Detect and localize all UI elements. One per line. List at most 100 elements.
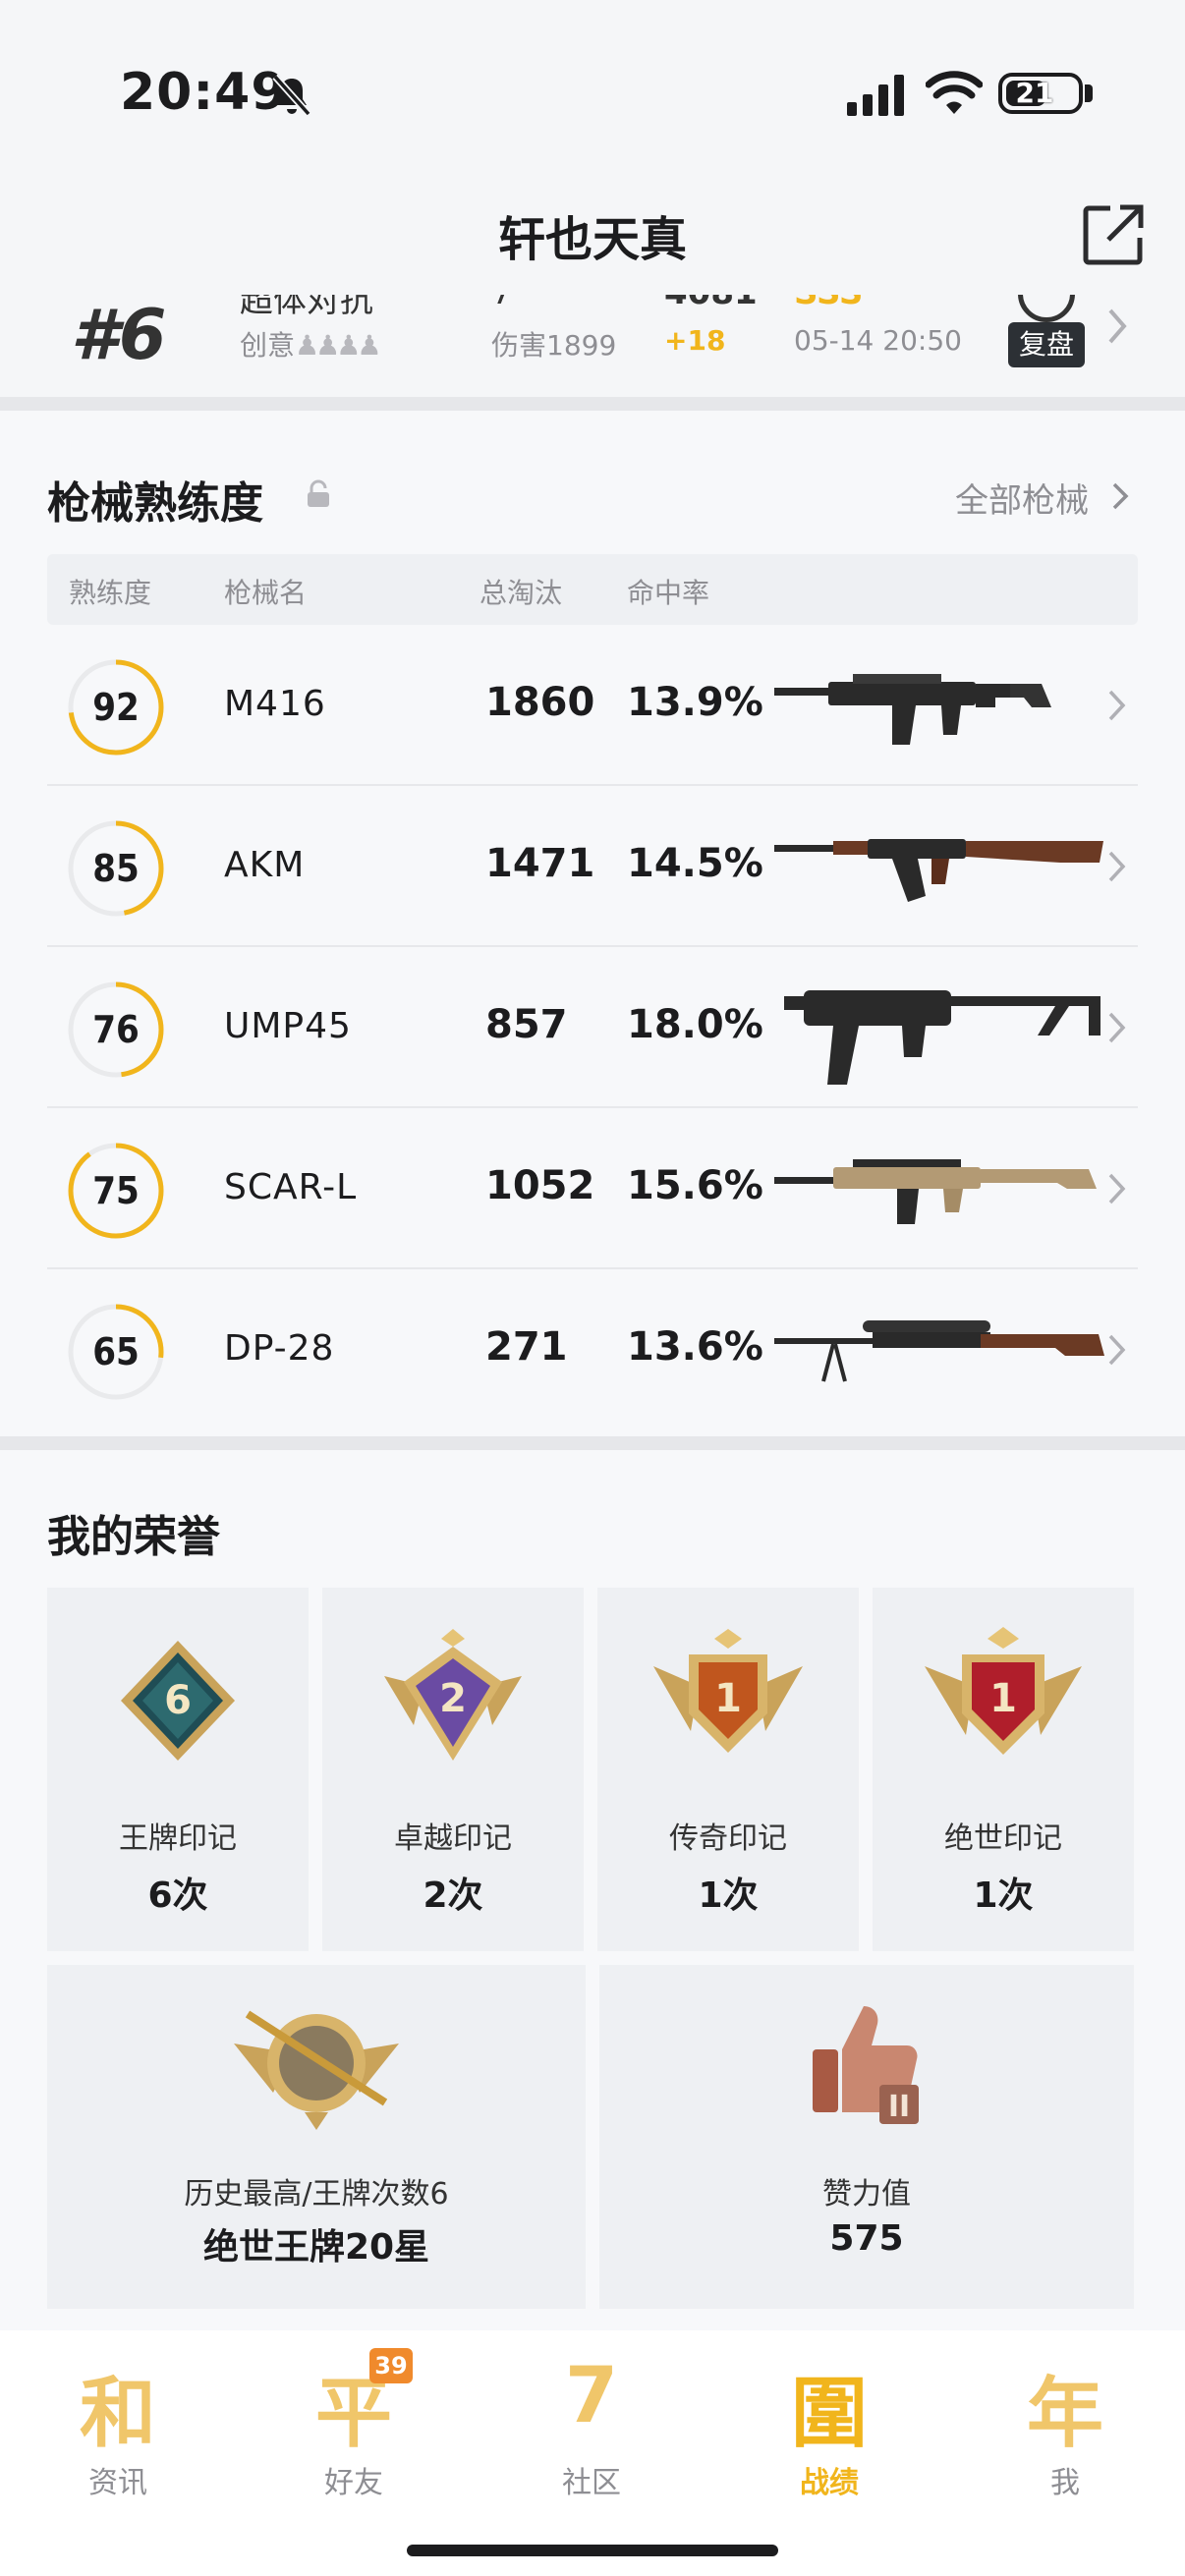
play-icon[interactable] bbox=[1018, 295, 1075, 322]
all-weapons-link[interactable]: 全部枪械 bbox=[955, 474, 1089, 522]
akm-rifle-image bbox=[774, 839, 1103, 902]
replay-button[interactable]: 复盘 bbox=[1008, 322, 1085, 367]
chevron-right-icon[interactable] bbox=[1106, 1171, 1128, 1206]
weapon-kills: 1052 bbox=[485, 1163, 595, 1208]
me-tab-icon: 年 bbox=[1026, 2370, 1103, 2458]
honor-count: 1次 bbox=[698, 1876, 759, 1916]
tab-label: 战绩 bbox=[800, 2466, 859, 2500]
team-people-icon: ♟♟♟♟ bbox=[295, 329, 381, 362]
chevron-right-icon[interactable] bbox=[1104, 305, 1130, 348]
weapon-row[interactable]: 75 SCAR-L 1052 15.6% bbox=[47, 1108, 1138, 1269]
likes-tile[interactable]: II 赞力值 575 bbox=[599, 1965, 1134, 2309]
likes-value: 575 bbox=[829, 2218, 904, 2259]
weapon-name: DP-28 bbox=[224, 1328, 335, 1369]
svg-text:6: 6 bbox=[164, 1678, 192, 1723]
weapon-row[interactable]: 76 UMP45 857 18.0% bbox=[47, 947, 1138, 1108]
tab-records[interactable]: 圍 战绩 bbox=[751, 2352, 908, 2500]
weapon-kills: 1471 bbox=[485, 841, 595, 886]
weapon-hit-rate: 15.6% bbox=[627, 1163, 763, 1208]
chevron-right-icon[interactable] bbox=[1106, 688, 1128, 723]
tab-label: 好友 bbox=[324, 2466, 383, 2500]
ace-mark-badge-icon: 6 bbox=[121, 1641, 235, 1761]
chevron-right-icon[interactable] bbox=[1106, 849, 1128, 884]
tab-community[interactable]: 7 社区 bbox=[513, 2352, 670, 2500]
bottom-tab-bar: 和 资讯 平 39 好友 7 社区 圍 战绩 年 我 bbox=[0, 2330, 1185, 2576]
match-mode: 超体对抗 bbox=[240, 295, 373, 320]
honors-card: 我的荣誉 6 王牌印记 6次 2 卓越印记 2次 1 传奇印记 1次 1 绝世印… bbox=[0, 1450, 1185, 2330]
weapon-row[interactable]: 85 AKM 1471 14.5% bbox=[47, 786, 1138, 947]
tab-me[interactable]: 年 我 bbox=[987, 2352, 1144, 2500]
muted-bell-icon bbox=[272, 74, 311, 117]
honor-name: 王牌印记 bbox=[119, 1821, 237, 1856]
battery-tip bbox=[1085, 84, 1093, 102]
honor-tile-ace[interactable]: 6 王牌印记 6次 bbox=[47, 1588, 309, 1951]
weapon-row[interactable]: 92 M416 1860 13.9% bbox=[47, 625, 1138, 786]
m416-rifle-image bbox=[774, 674, 1051, 745]
news-tab-icon: 和 bbox=[79, 2370, 156, 2458]
honor-tile-excellence[interactable]: 2 卓越印记 2次 bbox=[322, 1588, 584, 1951]
weapon-name: AKM bbox=[224, 845, 306, 885]
chevron-right-icon[interactable] bbox=[1106, 1332, 1128, 1368]
proficiency-level: 92 bbox=[92, 686, 140, 729]
chevron-right-icon[interactable] bbox=[1110, 481, 1130, 511]
weapon-row[interactable]: 65 DP-28 271 13.6% bbox=[47, 1269, 1138, 1430]
battery-level: 21 bbox=[1015, 77, 1054, 109]
weapon-name: UMP45 bbox=[224, 1006, 352, 1046]
status-time: 20:49 bbox=[120, 63, 288, 122]
rank-emblem-icon bbox=[234, 2010, 399, 2130]
lock-icon[interactable] bbox=[305, 479, 332, 509]
cellular-signal-icon bbox=[847, 75, 904, 116]
header-total-kills: 总淘汰 bbox=[480, 577, 563, 609]
notification-badge: 39 bbox=[369, 2348, 413, 2383]
section-title: 我的荣誉 bbox=[47, 1512, 220, 1562]
section-divider bbox=[0, 1436, 1185, 1450]
table-header: 熟练度 枪械名 总淘汰 命中率 bbox=[47, 554, 1138, 625]
weapon-hit-rate: 14.5% bbox=[627, 841, 763, 886]
tab-label: 社区 bbox=[562, 2466, 621, 2500]
honor-count: 6次 bbox=[147, 1876, 208, 1916]
match-submode: 创意♟♟♟♟ bbox=[240, 329, 381, 362]
likes-label: 赞力值 bbox=[822, 2177, 911, 2212]
match-kills: 7 bbox=[491, 295, 513, 312]
ump45-smg-image bbox=[784, 990, 1100, 1085]
honor-tile-legend[interactable]: 1 传奇印记 1次 bbox=[597, 1588, 859, 1951]
weapon-name: SCAR-L bbox=[224, 1167, 358, 1207]
honor-tile-peerless[interactable]: 1 绝世印记 1次 bbox=[873, 1588, 1134, 1951]
svg-text:2: 2 bbox=[439, 1676, 467, 1721]
tab-news[interactable]: 和 资讯 bbox=[39, 2352, 197, 2500]
proficiency-level: 76 bbox=[92, 1008, 140, 1051]
header-proficiency: 熟练度 bbox=[69, 577, 152, 609]
highest-rank-tile[interactable]: 历史最高/王牌次数6 绝世王牌20星 bbox=[47, 1965, 586, 2309]
match-date: 05-14 20:50 bbox=[794, 324, 962, 357]
honor-count: 2次 bbox=[423, 1876, 483, 1916]
legend-mark-badge-icon: 1 bbox=[653, 1629, 803, 1753]
weapon-kills: 1860 bbox=[485, 680, 595, 725]
weapon-kills: 857 bbox=[485, 1002, 568, 1047]
records-tab-icon: 圍 bbox=[790, 2370, 868, 2458]
weapon-hit-rate: 13.6% bbox=[627, 1324, 763, 1370]
proficiency-level: 85 bbox=[92, 847, 140, 890]
proficiency-level: 65 bbox=[92, 1330, 140, 1373]
honor-name: 传奇印记 bbox=[669, 1821, 787, 1856]
weapon-name: M416 bbox=[224, 684, 326, 724]
highest-rank-value: 绝世王牌20星 bbox=[202, 2227, 430, 2268]
section-divider bbox=[0, 397, 1185, 411]
match-score-change: +18 bbox=[664, 324, 726, 357]
header-hit-rate: 命中率 bbox=[627, 577, 710, 609]
honor-name: 卓越印记 bbox=[394, 1821, 512, 1856]
chevron-right-icon[interactable] bbox=[1106, 1010, 1128, 1045]
thumbs-up-icon: II bbox=[813, 2006, 919, 2124]
header-weapon-name: 枪械名 bbox=[224, 577, 308, 609]
scar-l-rifle-image bbox=[774, 1159, 1097, 1224]
status-bar: 20:49 21 bbox=[0, 0, 1185, 187]
tab-friends[interactable]: 平 39 好友 bbox=[275, 2348, 432, 2500]
proficiency-level: 75 bbox=[92, 1169, 140, 1212]
svg-text:II: II bbox=[888, 2090, 910, 2124]
weapon-hit-rate: 13.9% bbox=[627, 680, 763, 725]
match-row[interactable]: #6 超体对抗 创意♟♟♟♟ 7 伤害1899 4081 +18 SSS 05-… bbox=[0, 295, 1185, 403]
share-icon[interactable] bbox=[1081, 202, 1146, 267]
honor-name: 绝世印记 bbox=[944, 1821, 1062, 1856]
peerless-mark-badge-icon: 1 bbox=[925, 1627, 1082, 1755]
tab-label: 我 bbox=[1050, 2466, 1080, 2500]
match-grade: SSS bbox=[794, 295, 863, 312]
